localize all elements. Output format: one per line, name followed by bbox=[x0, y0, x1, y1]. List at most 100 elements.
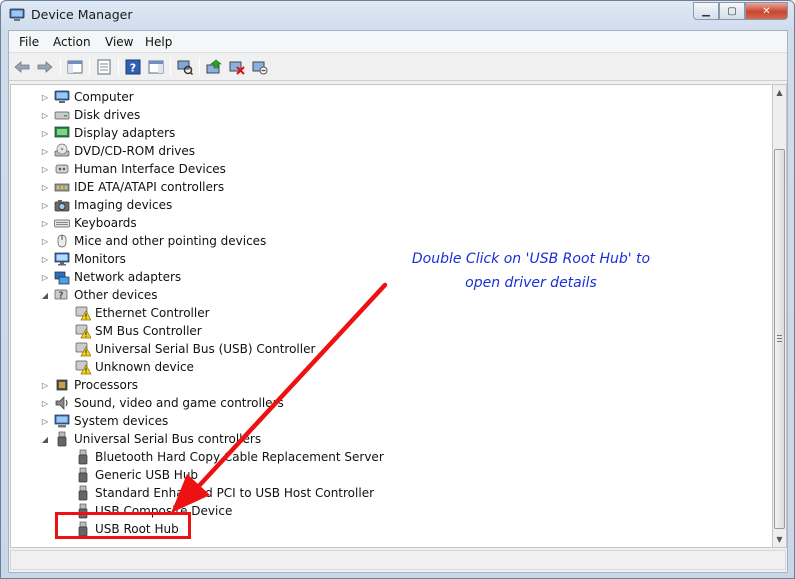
expand-arrow-icon[interactable]: ▷ bbox=[40, 416, 50, 426]
annotation-line-2: open driver details bbox=[465, 275, 597, 291]
close-icon: ✕ bbox=[762, 5, 771, 17]
vertical-scrollbar[interactable]: ▲ ▼ bbox=[773, 84, 787, 548]
computer-icon bbox=[54, 89, 70, 105]
uninstall-button[interactable] bbox=[228, 58, 246, 76]
tree-category-sound-video-and-game-controllers[interactable]: ▷ Sound, video and game controllers bbox=[40, 394, 284, 412]
device-manager-window: Device Manager ▁ ▢ ✕ File Action View He… bbox=[0, 0, 795, 579]
tree-device-universal-serial-bus-usb-controller[interactable]: Universal Serial Bus (USB) Controller bbox=[59, 340, 315, 358]
scan-hardware-changes-button[interactable] bbox=[176, 58, 194, 76]
usb-icon bbox=[54, 431, 70, 447]
tree-label: Universal Serial Bus controllers bbox=[74, 432, 262, 446]
tree-device-unknown-device[interactable]: Unknown device bbox=[59, 358, 194, 376]
expand-arrow-icon[interactable]: ▷ bbox=[40, 182, 50, 192]
show-hide-console-tree-button[interactable] bbox=[66, 58, 84, 76]
toolbar-separator bbox=[118, 58, 119, 76]
collapse-arrow-icon[interactable]: ◢ bbox=[40, 290, 50, 300]
toolbar-separator bbox=[89, 58, 90, 76]
tree-category-human-interface-devices[interactable]: ▷ Human Interface Devices bbox=[40, 160, 226, 178]
tree-category-display-adapters[interactable]: ▷ Display adapters bbox=[40, 124, 175, 142]
tree-label: Display adapters bbox=[74, 126, 176, 140]
usb-root-hub-highlight-box bbox=[55, 512, 191, 539]
tree-label: Generic USB Hub bbox=[95, 468, 199, 482]
disable-device-button[interactable] bbox=[251, 58, 269, 76]
update-driver-button[interactable] bbox=[205, 58, 223, 76]
properties-button[interactable] bbox=[95, 58, 113, 76]
collapse-arrow-icon[interactable]: ◢ bbox=[40, 434, 50, 444]
menu-bar: File Action View Help bbox=[9, 31, 787, 53]
tree-category-dvd-cd-rom-drives[interactable]: ▷ DVD/CD-ROM drives bbox=[40, 142, 195, 160]
expand-arrow-icon[interactable]: ▷ bbox=[40, 200, 50, 210]
menu-action[interactable]: Action bbox=[53, 35, 91, 49]
tree-label: Mice and other pointing devices bbox=[74, 234, 267, 248]
close-button[interactable]: ✕ bbox=[745, 2, 788, 20]
tree-device-bluetooth-hard-copy-cable-replacement-server[interactable]: Bluetooth Hard Copy Cable Replacement Se… bbox=[59, 448, 384, 466]
scroll-up-arrow-icon[interactable]: ▲ bbox=[773, 86, 786, 100]
title-bar[interactable]: Device Manager ▁ ▢ ✕ bbox=[1, 1, 794, 31]
scroll-thumb[interactable] bbox=[774, 149, 785, 529]
expand-arrow-icon[interactable]: ▷ bbox=[40, 254, 50, 264]
tree-category-universal-serial-bus-controllers[interactable]: ◢ Universal Serial Bus controllers bbox=[40, 430, 261, 448]
expand-arrow-icon[interactable]: ▷ bbox=[40, 164, 50, 174]
maximize-button[interactable]: ▢ bbox=[719, 2, 745, 20]
tree-category-ide-ata-atapi-controllers[interactable]: ▷ IDE ATA/ATAPI controllers bbox=[40, 178, 224, 196]
forward-button[interactable] bbox=[36, 58, 54, 76]
warning-device-icon bbox=[75, 305, 91, 321]
usb-icon bbox=[75, 467, 91, 483]
tree-label: Network adapters bbox=[74, 270, 182, 284]
action-pane-icon bbox=[148, 60, 164, 74]
back-button[interactable] bbox=[13, 58, 31, 76]
tree-category-disk-drives[interactable]: ▷ Disk drives bbox=[40, 106, 140, 124]
tree-label: System devices bbox=[74, 414, 169, 428]
svg-text:?: ? bbox=[58, 291, 63, 301]
tree-category-other-devices[interactable]: ◢? Other devices bbox=[40, 286, 158, 304]
tree-label: Sound, video and game controllers bbox=[74, 396, 284, 410]
tree-label: Universal Serial Bus (USB) Controller bbox=[95, 342, 316, 356]
device-tree[interactable]: ▷ Computer ▷ Disk drives ▷ Display adapters ▷ D… bbox=[10, 84, 773, 548]
tree-category-monitors[interactable]: ▷ Monitors bbox=[40, 250, 126, 268]
toolbar: ? bbox=[9, 53, 787, 81]
tree-category-network-adapters[interactable]: ▷ Network adapters bbox=[40, 268, 181, 286]
tree-category-system-devices[interactable]: ▷ System devices bbox=[40, 412, 168, 430]
expand-arrow-icon[interactable]: ▷ bbox=[40, 380, 50, 390]
tree-category-mice-and-other-pointing-devices[interactable]: ▷ Mice and other pointing devices bbox=[40, 232, 266, 250]
tree-device-sm-bus-controller[interactable]: SM Bus Controller bbox=[59, 322, 202, 340]
expand-arrow-icon[interactable]: ▷ bbox=[40, 272, 50, 282]
menu-help[interactable]: Help bbox=[145, 35, 172, 49]
expand-arrow-icon[interactable]: ▷ bbox=[40, 110, 50, 120]
tree-device-ethernet-controller[interactable]: Ethernet Controller bbox=[59, 304, 210, 322]
hid-icon bbox=[54, 161, 70, 177]
caption-buttons: ▁ ▢ ✕ bbox=[693, 2, 788, 20]
expand-arrow-icon[interactable]: ▷ bbox=[40, 92, 50, 102]
expand-arrow-icon[interactable]: ▷ bbox=[40, 236, 50, 246]
tree-category-imaging-devices[interactable]: ▷ Imaging devices bbox=[40, 196, 172, 214]
tree-label: IDE ATA/ATAPI controllers bbox=[74, 180, 225, 194]
toolbar-separator bbox=[170, 58, 171, 76]
update-driver-icon bbox=[206, 59, 222, 74]
tree-device-generic-usb-hub[interactable]: Generic USB Hub bbox=[59, 466, 198, 484]
help-icon: ? bbox=[125, 59, 141, 75]
expand-arrow-icon[interactable]: ▷ bbox=[40, 398, 50, 408]
tree-category-processors[interactable]: ▷ Processors bbox=[40, 376, 138, 394]
tree-label: Keyboards bbox=[74, 216, 137, 230]
minimize-icon: ▁ bbox=[702, 5, 710, 17]
thumb-grip bbox=[777, 335, 782, 336]
menu-view[interactable]: View bbox=[105, 35, 133, 49]
expand-arrow-icon[interactable]: ▷ bbox=[40, 218, 50, 228]
minimize-button[interactable]: ▁ bbox=[693, 2, 719, 20]
tree-label: Human Interface Devices bbox=[74, 162, 226, 176]
help-button[interactable]: ? bbox=[124, 58, 142, 76]
tree-category-keyboards[interactable]: ▷ Keyboards bbox=[40, 214, 137, 232]
unknown-device-icon: ? bbox=[54, 287, 70, 303]
usb-icon bbox=[75, 485, 91, 501]
scroll-down-arrow-icon[interactable]: ▼ bbox=[773, 533, 786, 547]
menu-file[interactable]: File bbox=[19, 35, 39, 49]
expand-arrow-icon[interactable]: ▷ bbox=[40, 146, 50, 156]
forward-arrow-icon bbox=[37, 61, 53, 73]
back-arrow-icon bbox=[14, 61, 30, 73]
tree-device-standard-enhanced-pci-to-usb-host-controller[interactable]: Standard Enhanced PCI to USB Host Contro… bbox=[59, 484, 374, 502]
expand-arrow-icon[interactable]: ▷ bbox=[40, 128, 50, 138]
action-pane-button[interactable] bbox=[147, 58, 165, 76]
tree-category-computer[interactable]: ▷ Computer bbox=[40, 88, 134, 106]
